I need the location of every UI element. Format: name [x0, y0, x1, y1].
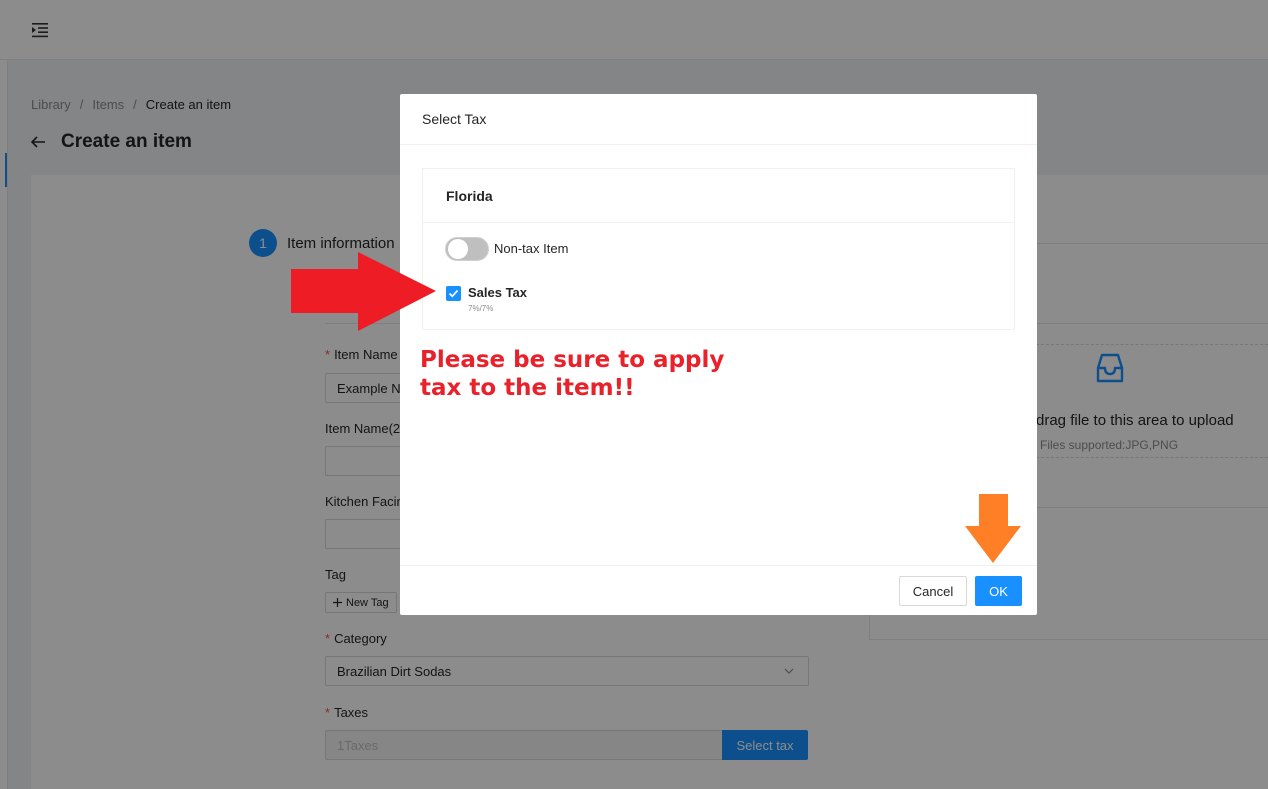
- orange-arrow-down-icon: [965, 494, 1021, 563]
- annotation-line-2: tax to the item!!: [420, 375, 635, 401]
- cancel-button[interactable]: Cancel: [899, 576, 967, 606]
- annotation-text: Please be sure to apply tax to the item!…: [420, 346, 740, 402]
- check-icon: [448, 289, 459, 298]
- sales-tax-label[interactable]: Sales Tax: [468, 285, 527, 300]
- sales-tax-rate: 7%/7%: [468, 304, 494, 313]
- annotation-line-1: Please be sure to apply: [420, 347, 725, 373]
- non-tax-label: Non-tax Item: [494, 241, 569, 256]
- ok-button[interactable]: OK: [975, 576, 1022, 606]
- switch-knob: [448, 239, 468, 259]
- modal-title: Select Tax: [422, 111, 487, 127]
- red-arrow-right-icon: [291, 252, 436, 331]
- select-tax-modal: Select Tax Florida Non-tax Item Sales Ta…: [400, 94, 1037, 615]
- non-tax-switch[interactable]: [445, 237, 489, 261]
- modal-header: Select Tax: [400, 94, 1037, 145]
- tax-region-title: Florida: [423, 169, 1014, 223]
- sales-tax-checkbox[interactable]: [446, 286, 461, 301]
- tax-region-card: Florida Non-tax Item Sales Tax 7%/7%: [422, 168, 1015, 330]
